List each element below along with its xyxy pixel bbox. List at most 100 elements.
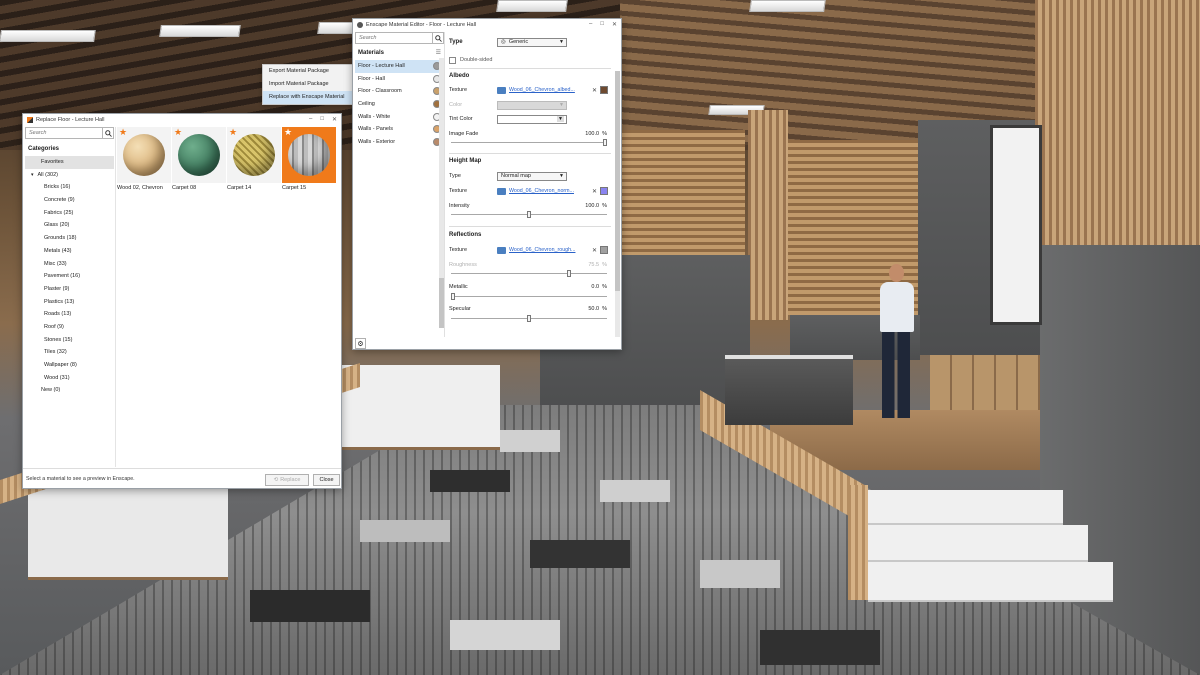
specular-slider[interactable] [451, 315, 607, 322]
material-thumbnail-selected[interactable]: ★ Carpet 15 [282, 127, 336, 197]
category-favorites[interactable]: Favorites [25, 156, 114, 169]
star-icon[interactable]: ★ [229, 128, 237, 137]
wood-wall-right [1035, 0, 1200, 250]
reflections-texture-swatch[interactable] [600, 246, 609, 254]
category-item[interactable]: Wallpaper (8) [25, 359, 114, 372]
height-map-type-dropdown[interactable]: Normal map ▼ [497, 171, 567, 181]
close-icon[interactable]: ✕ [592, 247, 597, 254]
double-sided-checkbox[interactable] [449, 56, 456, 64]
menu-item-import-material-package[interactable]: Import Material Package [263, 78, 353, 91]
star-icon[interactable]: ★ [174, 128, 182, 137]
height-map-texture-swatch[interactable] [600, 187, 609, 195]
height-map-type-label: Type [449, 173, 461, 179]
presenter-legs [882, 330, 910, 418]
material-list-item[interactable]: Walls - White [355, 110, 444, 123]
materials-scrollbar-thumb[interactable] [439, 278, 444, 328]
category-item[interactable]: Metals (43) [25, 245, 114, 258]
material-list-item[interactable]: Floor - Classroom [355, 85, 444, 98]
material-list-item[interactable]: Walls - Panels [355, 123, 444, 136]
folder-icon[interactable] [497, 246, 506, 254]
material-list-item[interactable]: Floor - Hall [355, 73, 444, 86]
materials-panel: Materials ☰ Floor - Lecture HallFloor - … [355, 32, 445, 337]
material-list-item[interactable]: Floor - Lecture Hall [355, 60, 444, 73]
star-icon[interactable]: ★ [119, 128, 127, 137]
category-item[interactable]: Grounds (18) [25, 232, 114, 245]
category-item[interactable]: Fabrics (25) [25, 207, 114, 220]
category-item[interactable]: Bricks (16) [25, 181, 114, 194]
slider-knob[interactable] [527, 211, 531, 218]
close-icon[interactable]: ✕ [332, 116, 337, 123]
list-menu-icon[interactable]: ☰ [436, 49, 441, 56]
category-item[interactable]: Tiles (32) [25, 346, 114, 359]
height-map-texture-link[interactable]: Wood_06_Chevron_norm... [509, 188, 589, 194]
albedo-color-picker[interactable]: ▼ [497, 100, 567, 110]
categories-title: Categories [28, 146, 60, 152]
replace-window-titlebar[interactable]: Replace Floor - Lecture Hall – □ ✕ [23, 114, 341, 125]
maximize-icon[interactable]: □ [600, 21, 604, 28]
category-item[interactable]: Concrete (9) [25, 194, 114, 207]
carpet-tile [360, 520, 450, 542]
category-item[interactable]: Misc (33) [25, 258, 114, 271]
close-icon[interactable]: ✕ [592, 87, 597, 94]
menu-item-replace-with-enscape-material[interactable]: Replace with Enscape Material [263, 91, 353, 104]
category-new[interactable]: New (0) [25, 384, 114, 397]
material-thumbnail[interactable]: ★ Carpet 08 [172, 127, 226, 197]
material-name: Walls - White [358, 113, 391, 120]
material-name: Floor - Lecture Hall [358, 63, 405, 70]
materials-scrollbar[interactable] [439, 58, 444, 328]
slider-knob[interactable] [451, 293, 455, 300]
category-item[interactable]: Plastics (13) [25, 296, 114, 309]
stage-wood-rail-end [848, 485, 868, 600]
albedo-texture-link[interactable]: Wood_06_Chevron_albed... [509, 87, 589, 93]
category-item[interactable]: Stones (15) [25, 334, 114, 347]
maximize-icon[interactable]: □ [320, 116, 324, 123]
replace-button-label: Replace [280, 477, 301, 483]
properties-scrollbar[interactable] [615, 71, 620, 337]
image-fade-slider[interactable] [451, 139, 607, 146]
category-item[interactable]: Glass (20) [25, 219, 114, 232]
slider-knob[interactable] [603, 139, 607, 146]
category-item[interactable]: Plaster (9) [25, 283, 114, 296]
roughness-slider[interactable] [451, 270, 607, 277]
folder-icon[interactable] [497, 86, 506, 94]
slider-knob[interactable] [566, 270, 571, 277]
category-item[interactable]: Roads (13) [25, 308, 114, 321]
material-thumbnail[interactable]: ★ Wood 02, Chevron [117, 127, 171, 197]
reflections-texture-link[interactable]: Wood_06_Chevron_rough... [509, 247, 589, 253]
category-item[interactable]: Pavement (16) [25, 270, 114, 283]
intensity-value: 100.0 % [585, 203, 607, 209]
material-list-item[interactable]: Walls - Exterior [355, 136, 444, 149]
intensity-slider[interactable] [451, 211, 607, 218]
folder-icon[interactable] [497, 187, 506, 195]
editor-titlebar[interactable]: Enscape Material Editor - Floor - Lectur… [353, 19, 621, 30]
reflections-texture-label: Texture [449, 247, 468, 253]
close-button[interactable]: Close [313, 474, 340, 486]
category-item[interactable]: Roof (9) [25, 321, 114, 334]
close-icon[interactable]: ✕ [612, 21, 617, 28]
slider-knob[interactable] [527, 315, 531, 322]
star-icon[interactable]: ★ [284, 128, 292, 137]
category-item[interactable]: Wood (31) [25, 372, 114, 385]
close-icon[interactable]: ✕ [592, 188, 597, 195]
material-type-dropdown[interactable]: ◎ Generic ▼ [497, 37, 567, 47]
replace-button[interactable]: ⟲ Replace [265, 474, 309, 486]
material-thumbnail[interactable]: ★ Carpet 14 [227, 127, 281, 197]
material-search-input[interactable] [356, 33, 432, 43]
search-icon[interactable] [102, 127, 113, 139]
image-fade-label: Image Fade [449, 131, 479, 137]
category-all[interactable]: ▾ All (302) [25, 169, 114, 182]
category-search-input[interactable] [26, 128, 102, 138]
metallic-slider[interactable] [451, 293, 607, 300]
properties-scrollbar-thumb[interactable] [615, 71, 620, 291]
material-list-item[interactable]: Ceiling [355, 98, 444, 111]
double-sided-label: Double-sided [460, 57, 493, 63]
gear-icon[interactable]: ⚙ [355, 338, 366, 349]
albedo-texture-swatch[interactable] [600, 86, 609, 94]
search-icon[interactable] [432, 32, 443, 44]
minimize-icon[interactable]: – [309, 116, 312, 123]
menu-item-export-material-package[interactable]: Export Material Package [263, 65, 353, 78]
tint-color-row: Tint Color ▼ [449, 114, 609, 124]
minimize-icon[interactable]: – [589, 21, 592, 28]
albedo-texture-label: Texture [449, 87, 468, 93]
tint-color-picker[interactable]: ▼ [497, 114, 567, 124]
